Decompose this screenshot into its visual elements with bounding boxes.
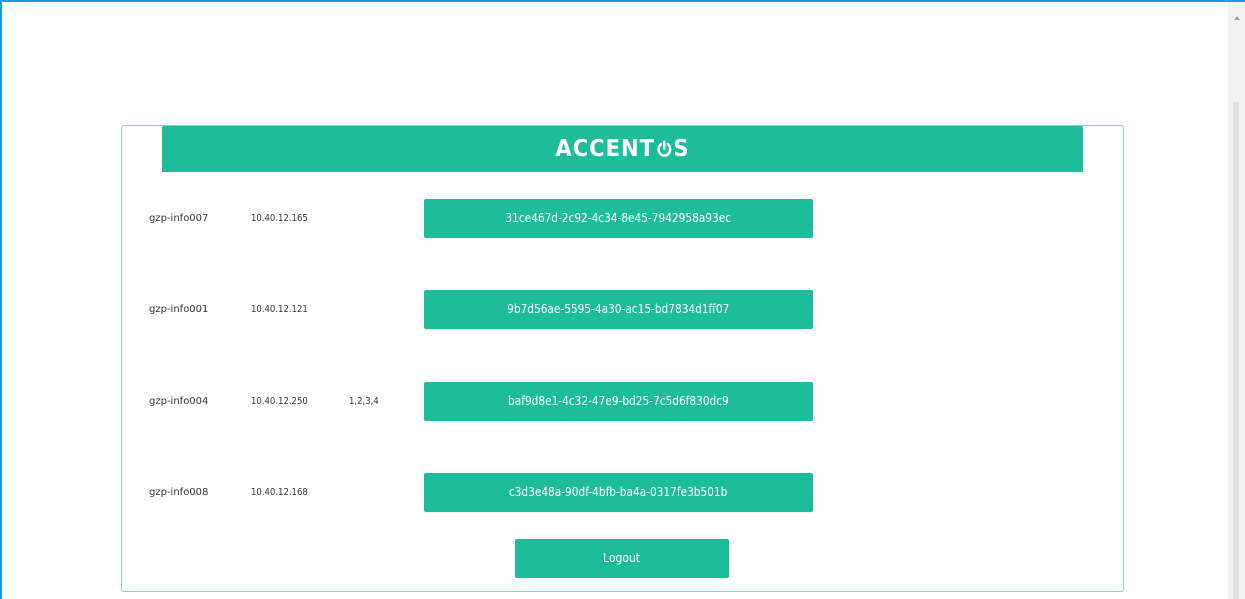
- scroll-up-arrow-icon[interactable]: [1234, 16, 1240, 20]
- ip-address: 10.40.12.168: [251, 487, 308, 498]
- session-uuid-button[interactable]: 31ce467d-2c92-4c34-8e45-7942958a93ec: [424, 199, 813, 238]
- session-uuid-button[interactable]: baf9d8e1-4c32-47e9-bd25-7c5d6f830dc9: [424, 382, 813, 421]
- hostname: gzp-info008: [149, 487, 209, 498]
- session-uuid-label: 9b7d56ae-5595-4a30-ac15-bd7834d1ff07: [507, 302, 730, 316]
- hostname: gzp-info001: [149, 304, 209, 315]
- ip-address: 10.40.12.250: [251, 396, 308, 407]
- vertical-scrollbar[interactable]: [1228, 2, 1245, 599]
- session-uuid-button[interactable]: c3d3e48a-90df-4bfb-ba4a-0317fe3b501b: [424, 473, 813, 512]
- ip-address: 10.40.12.165: [251, 213, 308, 224]
- hostname: gzp-info007: [149, 213, 209, 224]
- session-uuid-label: baf9d8e1-4c32-47e9-bd25-7c5d6f830dc9: [508, 394, 729, 408]
- scrollbar-thumb[interactable]: [1233, 102, 1239, 599]
- session-panel: ACCENT S gzp-info007 10.40.12.165 31ce46…: [121, 125, 1124, 592]
- logo-text-suffix: S: [673, 136, 690, 162]
- session-row: gzp-info008 10.40.12.168 c3d3e48a-90df-4…: [122, 473, 1123, 513]
- panel-header: ACCENT S: [162, 126, 1083, 172]
- logout-label: Logout: [603, 551, 641, 565]
- power-icon: [656, 140, 673, 158]
- session-uuid-label: 31ce467d-2c92-4c34-8e45-7942958a93ec: [505, 211, 732, 225]
- session-extra: 1,2,3,4: [349, 396, 379, 407]
- session-uuid-label: c3d3e48a-90df-4bfb-ba4a-0317fe3b501b: [509, 485, 728, 499]
- hostname: gzp-info004: [149, 396, 209, 407]
- session-row: gzp-info007 10.40.12.165 31ce467d-2c92-4…: [122, 199, 1123, 239]
- ip-address: 10.40.12.121: [251, 304, 308, 315]
- logout-button[interactable]: Logout: [515, 539, 729, 578]
- logo-text-prefix: ACCENT: [555, 136, 655, 162]
- session-row: gzp-info001 10.40.12.121 9b7d56ae-5595-4…: [122, 290, 1123, 330]
- session-row: gzp-info004 10.40.12.250 1,2,3,4 baf9d8e…: [122, 382, 1123, 422]
- session-uuid-button[interactable]: 9b7d56ae-5595-4a30-ac15-bd7834d1ff07: [424, 290, 813, 329]
